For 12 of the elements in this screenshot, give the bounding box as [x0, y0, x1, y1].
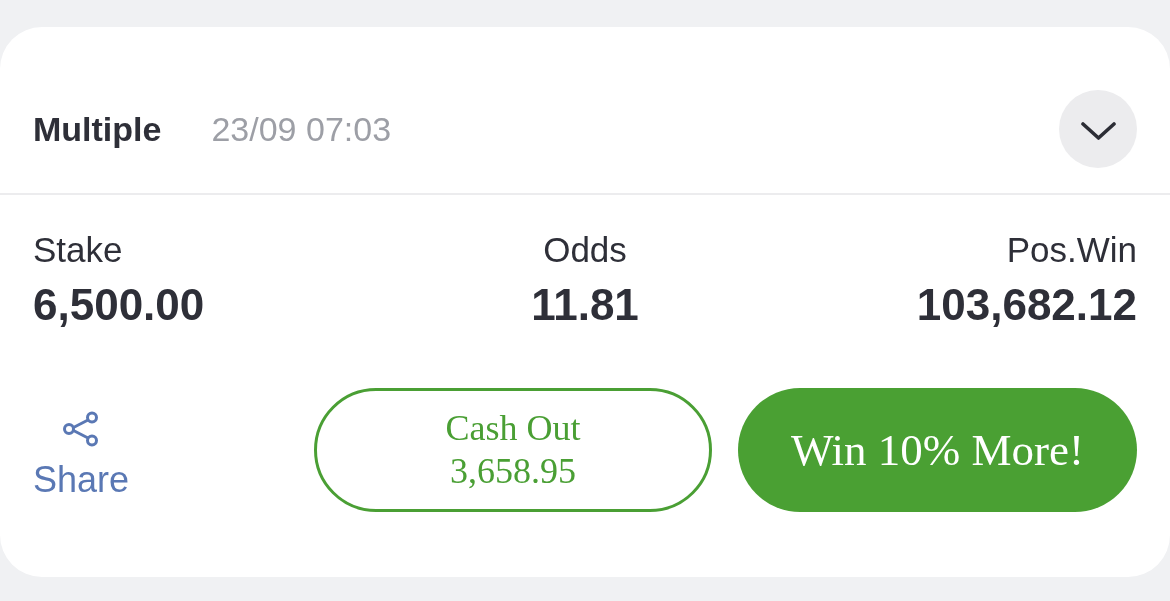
- stat-label: Stake: [33, 230, 123, 270]
- stat-value: 103,682.12: [916, 280, 1137, 330]
- share-icon: [62, 411, 101, 447]
- cash-out-button[interactable]: Cash Out 3,658.95: [314, 388, 712, 512]
- stat-value: 11.81: [531, 280, 639, 330]
- stat-label: Pos.Win: [1006, 230, 1137, 270]
- bet-date: 23/09 07:03: [211, 109, 393, 149]
- bet-type: Multiple: [33, 109, 162, 149]
- win-more-button[interactable]: Win 10% More!: [738, 388, 1137, 512]
- share-button[interactable]: Share: [33, 411, 130, 500]
- stat-label: Odds: [543, 230, 627, 270]
- stat-value: 6,500.00: [33, 280, 205, 330]
